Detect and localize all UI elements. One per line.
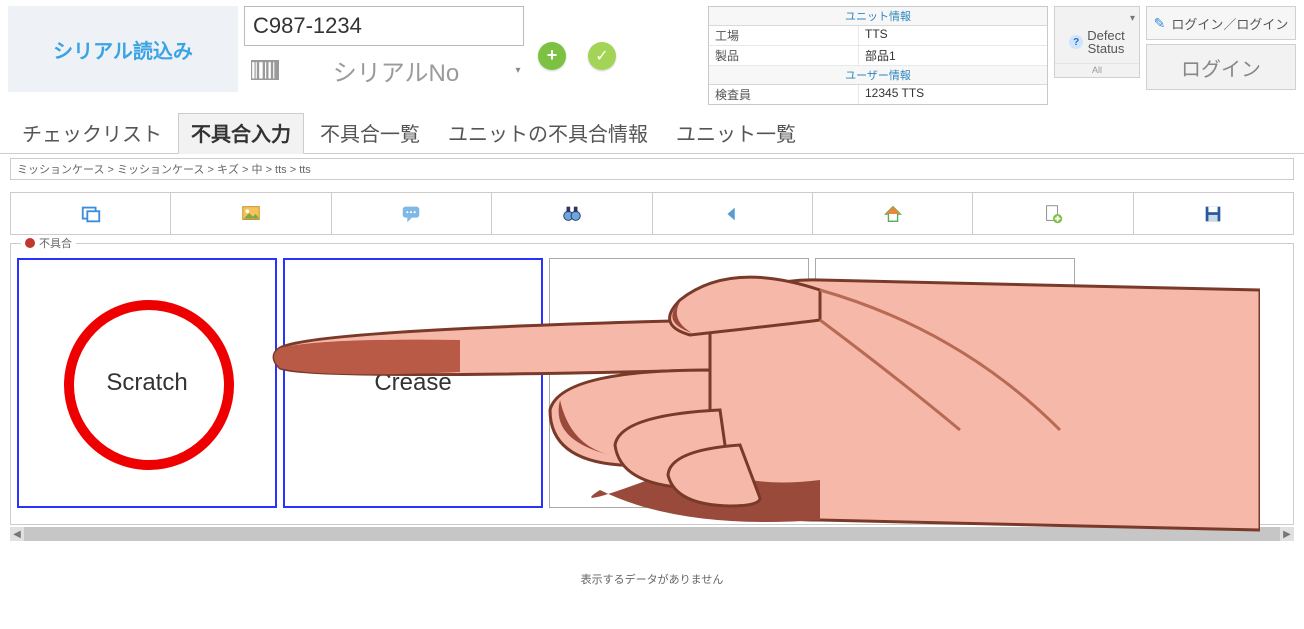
comment-icon xyxy=(400,203,422,225)
breadcrumb: ミッションケース > ミッションケース > キズ > 中 > tts > tts xyxy=(10,158,1294,180)
scroll-thumb[interactable] xyxy=(24,527,1280,541)
serial-load-label: シリアル読込み xyxy=(53,35,193,64)
back-icon xyxy=(721,203,743,225)
tab-label: 不具合入力 xyxy=(191,124,291,146)
unit-info-row: 製品 部品1 xyxy=(709,46,1047,66)
serial-no-row: シリアルNo ▾ xyxy=(244,50,524,90)
unit-info-key: 工場 xyxy=(709,26,859,45)
defect-group-legend: 不具合 xyxy=(21,235,76,251)
add-button[interactable]: + xyxy=(538,42,566,70)
confirm-button[interactable]: ✓ xyxy=(588,42,616,70)
toolbar-comment-button[interactable] xyxy=(332,193,492,235)
defect-card-label: Scratch xyxy=(106,369,187,397)
toolbar xyxy=(10,192,1294,235)
check-icon: ✓ xyxy=(595,46,608,66)
toolbar-image-button[interactable] xyxy=(171,193,331,235)
toolbar-new-button[interactable] xyxy=(973,193,1133,235)
tab-checklist[interactable]: チェックリスト xyxy=(10,114,174,153)
scroll-left-icon[interactable]: ◀ xyxy=(10,527,24,541)
binoculars-icon xyxy=(561,203,583,225)
tab-unit-list[interactable]: ユニット一覧 xyxy=(664,114,808,153)
toolbar-home-button[interactable] xyxy=(813,193,973,235)
serial-column: C987-1234 シリアルNo ▾ xyxy=(244,6,524,105)
defect-group: 不具合 Scratch Crease xyxy=(10,243,1294,525)
header-bar: シリアル読込み C987-1234 シリアルNo ▾ + ✓ ユニット情報 工場… xyxy=(0,0,1304,105)
no-data-message: 表示するデータがありません xyxy=(0,571,1304,587)
unit-info-row: 工場 TTS xyxy=(709,26,1047,46)
unit-info-title: ユニット情報 xyxy=(709,7,1047,26)
defect-card-row: Scratch Crease xyxy=(17,258,1287,518)
serial-no-label: シリアルNo xyxy=(287,53,505,88)
login-button-label: ログイン xyxy=(1181,53,1261,82)
user-info-value: 12345 TTS xyxy=(859,85,1047,104)
image-icon xyxy=(240,203,262,225)
login-link-label: ログイン／ログイン xyxy=(1171,14,1288,33)
defect-card[interactable] xyxy=(549,258,809,508)
chevron-down-icon: ▾ xyxy=(1130,13,1135,24)
tab-defect-input[interactable]: 不具合入力 xyxy=(178,113,304,154)
breadcrumb-text: ミッションケース > ミッションケース > キズ > 中 > tts > tts xyxy=(17,164,311,176)
login-column: ✎ ログイン／ログイン ログイン xyxy=(1146,6,1296,105)
scroll-right-icon[interactable]: ▶ xyxy=(1280,527,1294,541)
tab-unit-defect-info[interactable]: ユニットの不具合情報 xyxy=(436,114,660,153)
defect-group-legend-text: 不具合 xyxy=(39,235,72,251)
toolbar-search-button[interactable] xyxy=(492,193,652,235)
horizontal-scrollbar[interactable]: ◀ ▶ xyxy=(10,527,1294,541)
defect-card-scratch[interactable]: Scratch xyxy=(17,258,277,508)
serial-no-expand-icon[interactable]: ▾ xyxy=(513,50,523,90)
unit-info-value: 部品1 xyxy=(859,46,1047,65)
info-icon: ? xyxy=(1069,35,1083,49)
unit-info-value: TTS xyxy=(859,26,1047,45)
toolbar-save-button[interactable] xyxy=(1134,193,1294,235)
alert-icon xyxy=(25,238,35,248)
home-icon xyxy=(882,203,904,225)
toolbar-back-button[interactable] xyxy=(653,193,813,235)
tab-label: ユニット一覧 xyxy=(676,124,796,146)
login-link[interactable]: ✎ ログイン／ログイン xyxy=(1146,6,1296,40)
plus-icon: + xyxy=(547,45,558,66)
user-info-key: 検査員 xyxy=(709,85,859,104)
unit-info-panel: ユニット情報 工場 TTS 製品 部品1 ユーザー情報 検査員 12345 TT… xyxy=(708,6,1048,105)
tab-defect-list[interactable]: 不具合一覧 xyxy=(308,114,432,153)
save-icon xyxy=(1202,203,1224,225)
defect-status-button[interactable]: ? Defect Status ▾ All xyxy=(1054,6,1140,78)
serial-load-button[interactable]: シリアル読込み xyxy=(8,6,238,92)
tab-label: ユニットの不具合情報 xyxy=(448,124,648,146)
no-data-text: 表示するデータがありません xyxy=(581,574,724,586)
defect-card-label: Crease xyxy=(374,369,451,397)
tab-label: チェックリスト xyxy=(22,124,162,146)
defect-card-crease[interactable]: Crease xyxy=(283,258,543,508)
defect-status-label2: Status xyxy=(1087,42,1125,55)
defect-status-all: All xyxy=(1055,63,1139,75)
barcode-icon xyxy=(251,60,279,80)
tab-bar: チェックリスト 不具合入力 不具合一覧 ユニットの不具合情報 ユニット一覧 xyxy=(0,105,1304,154)
tab-label: 不具合一覧 xyxy=(320,124,420,146)
defect-status-top: ? Defect Status xyxy=(1069,29,1125,55)
user-info-row: 検査員 12345 TTS xyxy=(709,85,1047,104)
window-icon xyxy=(80,203,102,225)
page-add-icon xyxy=(1042,203,1064,225)
defect-card[interactable] xyxy=(815,258,1075,508)
serial-code-field[interactable]: C987-1234 xyxy=(244,6,524,46)
toolbar-window-button[interactable] xyxy=(11,193,171,235)
unit-info-key: 製品 xyxy=(709,46,859,65)
login-button[interactable]: ログイン xyxy=(1146,44,1296,90)
user-info-title: ユーザー情報 xyxy=(709,66,1047,85)
serial-code-value: C987-1234 xyxy=(253,13,362,39)
pencil-icon: ✎ xyxy=(1154,15,1166,32)
